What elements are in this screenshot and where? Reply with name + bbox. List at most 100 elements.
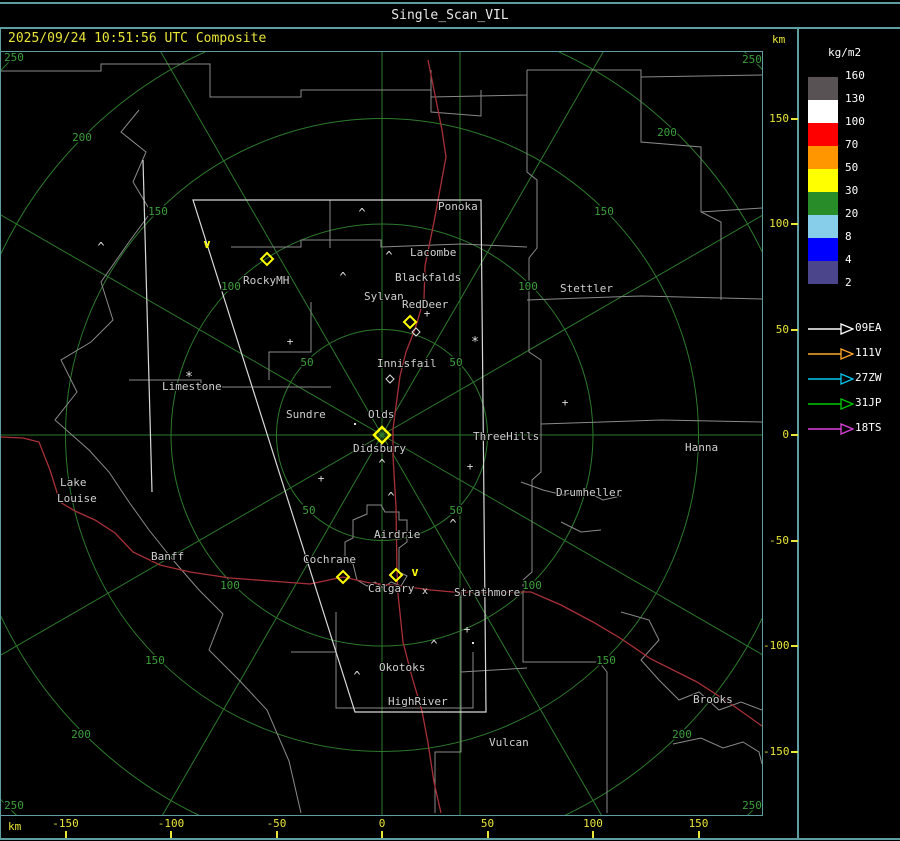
bottom-axis-label: -150 [52,817,79,830]
right-axis-tick [791,750,798,753]
range-ring-label: 250 [742,799,762,812]
radar-legend-row-31jp: 31JP [808,396,898,410]
range-ring-label: 200 [657,126,677,139]
legend-scale-value: 2 [845,276,852,289]
right-axis-label: 50 [775,322,789,336]
city-label-ponoka: Ponoka [438,200,478,213]
caret-marker: ^ [449,517,456,531]
range-ring-label: 50 [302,504,315,517]
bottom-axis-tick [64,831,67,838]
right-axis-label: 100 [769,217,789,230]
right-axis-tick [791,539,798,542]
bottom-axis-label: 150 [688,817,709,830]
v-marker: v [411,565,418,579]
range-ring-label: 50 [449,504,462,517]
caret-marker: ^ [387,490,394,504]
bottom-axis: km -150 -100 -50 0 50 100 150 [0,816,798,838]
legend-swatch [808,100,838,123]
right-axis-label: 150 [769,111,789,125]
bottom-axis-tick [275,831,278,838]
caret-marker: ^ [97,240,104,254]
legend-scale-value: 130 [845,92,865,105]
star-marker: * [185,370,193,385]
x-marker: x [422,586,428,597]
right-axis-unit-label: km [772,33,786,46]
range-ring-label: 150 [594,205,614,218]
range-ring-label: 150 [148,205,168,218]
window-title: Single_Scan_VIL [391,8,509,23]
legend-swatch [808,146,838,169]
city-label-vulcan: Vulcan [489,736,529,749]
v-marker: v [203,237,210,251]
radar-arrow-icon [808,398,855,410]
bottom-axis-tick [170,831,172,838]
right-axis-label: -100 [763,639,790,652]
legend-scale-value: 70 [845,138,859,151]
right-axis-label: 0 [782,428,789,441]
range-ring-label: 200 [71,728,91,741]
caret-marker: ^ [430,638,437,652]
plus-marker: + [424,307,431,320]
city-label-okotoks: Okotoks [379,661,425,674]
radar-legend-row-27zw: 27ZW [808,371,898,385]
legend-scale-value: 160 [845,69,865,82]
city-label-sundre: Sundre [286,408,326,421]
app-window: Single_Scan_VIL 2025/09/24 10:51:56 UTC … [0,0,900,841]
range-ring-label: 100 [518,280,538,293]
city-label-lacombe: Lacombe [410,246,456,259]
city-label-highriver: HighRiver [388,695,448,708]
city-label-cochrane: Cochrane [303,553,356,566]
legend-scale-value: 8 [845,230,852,243]
radar-arrow-icon [808,373,855,385]
title-separator-line [0,27,900,29]
plus-marker: + [464,623,471,636]
legend-unit-label: kg/m2 [828,46,862,59]
bottom-axis-tick [486,831,489,838]
city-label-brooks: Brooks [693,693,733,706]
caret-marker: ^ [378,457,385,471]
caret-marker: ^ [385,249,392,263]
city-label-sylvan: Sylvan [364,290,404,303]
range-ring-label: 100 [522,579,542,592]
city-label-calgary: Calgary [368,582,415,595]
legend-scale-value: 20 [845,207,859,220]
radar-legend-row-111v: 111V [808,346,898,360]
coverage-outline [142,159,487,713]
bottom-axis-tick [381,831,383,838]
azimuth-radial [160,52,383,436]
legend-swatch [808,238,838,261]
city-label-louise: Louise [57,492,97,505]
radar-id-label: 111V [855,346,882,359]
legend-swatch [808,169,838,192]
azimuth-radial [162,434,383,815]
range-ring-label: 250 [4,52,24,64]
timestamp: 2025/09/24 10:51:56 UTC Composite [8,31,267,46]
range-ring-labels: 250 250 250 250 200 200 200 200 150 150 150 150 100 1… [3,52,762,814]
site-diamond-marker [259,251,275,267]
radar-arrow-icon [808,423,855,435]
bottom-axis-label: -50 [266,817,287,830]
right-axis-label: -150 [763,744,790,758]
star-marker: * [471,335,479,350]
right-axis-tick [791,223,798,225]
bottom-axis-label: 100 [583,817,603,830]
azimuth-radials [1,52,762,815]
radar-id-label: 18TS [855,421,882,434]
legend-swatch [808,123,838,146]
bottom-axis-label: -100 [157,817,185,830]
city-label-blackfalds: Blackfalds [395,271,461,284]
azimuth-radial [1,434,383,656]
legend-scale-value: 50 [845,161,859,174]
right-axis: 150 100 50 0 -50 -100 -150 [763,51,798,816]
bottom-axis-label: 50 [480,817,495,830]
city-label-drumheller: Drumheller [556,486,623,499]
range-ring-label: 100 [221,280,241,293]
legend-scale-value: 4 [845,253,852,266]
range-ring-label: 250 [4,799,24,812]
range-ring-label: 100 [220,579,240,592]
range-ring-label: 150 [145,654,165,667]
radar-map[interactable]: 250 250 250 250 200 200 200 200 150 150 150 150 100 1… [0,51,763,816]
right-axis-label: -50 [769,533,789,547]
bottom-axis-tick [697,831,700,838]
right-axis-tick [791,328,798,331]
